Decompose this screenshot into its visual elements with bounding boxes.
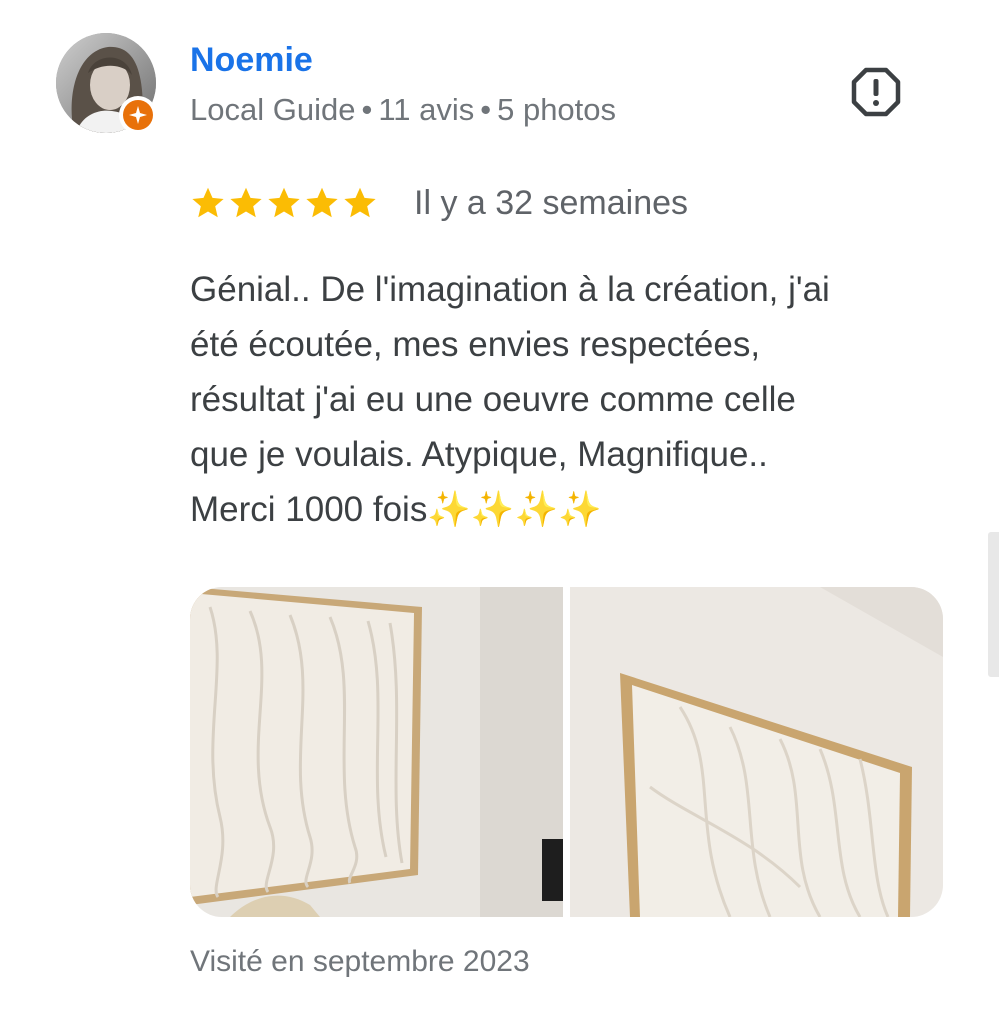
local-guide-star-icon	[123, 100, 153, 130]
star-icon	[268, 187, 300, 218]
reviewer-avatar[interactable]	[56, 33, 157, 134]
meta-separator: •	[480, 92, 492, 127]
reviewer-name[interactable]: Noemie	[190, 38, 313, 82]
local-guide-badge	[119, 96, 157, 134]
review-text-line: résultat j'ai eu une oeuvre comme celle	[190, 380, 796, 419]
star-rating	[190, 185, 378, 221]
rating-row: Il y a 32 semaines	[190, 180, 688, 226]
star-icon	[192, 187, 224, 218]
photos-count: 5 photos	[497, 92, 617, 127]
review-text-line: que je voulais. Atypique, Magnifique..	[190, 435, 768, 474]
review-text-line: Merci 1000 fois✨✨✨✨	[190, 490, 602, 529]
visited-date: Visité en septembre 2023	[190, 945, 530, 978]
local-guide-label: Local Guide	[190, 92, 356, 127]
meta-separator: •	[361, 92, 373, 127]
review-photos	[190, 587, 943, 917]
scrollbar[interactable]	[988, 532, 999, 677]
report-octagon-icon	[851, 67, 901, 117]
review-date: Il y a 32 semaines	[414, 184, 689, 222]
star-icon	[344, 187, 376, 218]
star-icon	[306, 187, 338, 218]
star-icon	[230, 187, 262, 218]
review-text-line: été écoutée, mes envies respectées,	[190, 325, 761, 364]
reviewer-meta: Local Guide • 11 avis • 5 photos	[190, 90, 616, 130]
review-photo-1[interactable]	[190, 587, 563, 917]
reviews-count: 11 avis	[378, 92, 475, 127]
artwork-photo	[570, 587, 943, 917]
review-text-line: Génial.. De l'imagination à la création,…	[190, 270, 830, 309]
review-text: Génial.. De l'imagination à la création,…	[190, 262, 950, 537]
report-review-button[interactable]	[848, 64, 904, 120]
review-photo-2[interactable]	[570, 587, 943, 917]
artwork-photo	[190, 587, 563, 917]
